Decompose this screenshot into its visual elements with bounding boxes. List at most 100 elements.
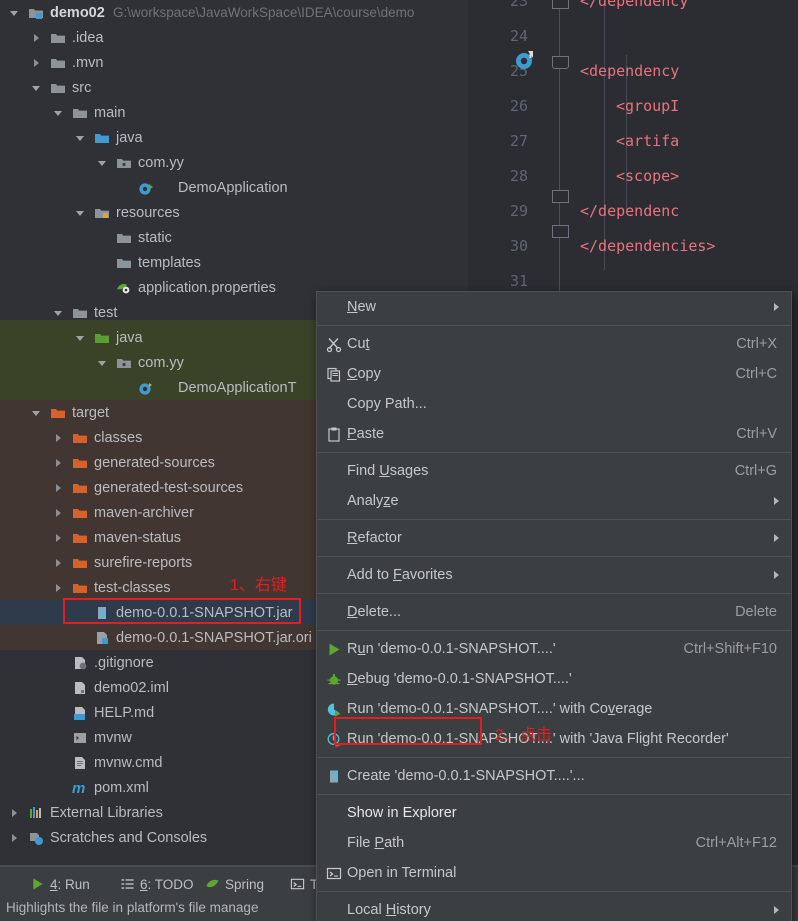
- menu-item[interactable]: New: [317, 292, 791, 322]
- menu-item-shortcut: Delete: [735, 604, 777, 620]
- chevron-right-icon[interactable]: [52, 432, 64, 444]
- menu-item[interactable]: Copy Ctrl+C: [317, 359, 791, 389]
- menu-item[interactable]: Refactor: [317, 523, 791, 553]
- menu-separator: [317, 757, 791, 758]
- tree-row-label: surefire-reports: [94, 554, 193, 571]
- tree-row-label: com.yy: [138, 154, 184, 171]
- terminal-icon: [325, 865, 342, 882]
- fold-marker[interactable]: [552, 190, 569, 203]
- tree-row[interactable]: main: [0, 100, 468, 125]
- chevron-right-icon[interactable]: [52, 507, 64, 519]
- chevron-right-icon[interactable]: [8, 832, 20, 844]
- menu-item[interactable]: Run 'demo-0.0.1-SNAPSHOT....' with Cover…: [317, 694, 791, 724]
- spring-test-class-icon: [139, 382, 152, 395]
- code-line[interactable]: <artifa: [616, 132, 679, 150]
- chevron-down-icon[interactable]: [8, 7, 20, 19]
- menu-item[interactable]: Cut Ctrl+X: [317, 329, 791, 359]
- code-line[interactable]: <scope>: [616, 167, 679, 185]
- todo-icon: [120, 877, 135, 892]
- menu-item-label: Open in Terminal: [347, 865, 457, 881]
- chevron-right-icon[interactable]: [52, 557, 64, 569]
- tree-row-label: com.yy: [138, 354, 184, 371]
- tree-row-root[interactable]: demo02 G:\workspace\JavaWorkSpace\IDEA\c…: [0, 0, 468, 25]
- chevron-down-icon[interactable]: [52, 307, 64, 319]
- chevron-down-icon[interactable]: [30, 82, 42, 94]
- chevron-down-icon[interactable]: [52, 107, 64, 119]
- chevron-right-icon[interactable]: [52, 532, 64, 544]
- chevron-right-icon[interactable]: [52, 482, 64, 494]
- chevron-down-icon[interactable]: [30, 407, 42, 419]
- tree-row[interactable]: com.yy: [0, 150, 468, 175]
- chevron-right-icon[interactable]: [52, 582, 64, 594]
- chevron-down-icon[interactable]: [96, 157, 108, 169]
- code-line[interactable]: <dependency: [580, 62, 679, 80]
- tree-row[interactable]: java: [0, 125, 468, 150]
- chevron-down-icon[interactable]: [96, 357, 108, 369]
- menu-item[interactable]: Find Usages Ctrl+G: [317, 456, 791, 486]
- jar-icon: [98, 606, 106, 619]
- menu-item[interactable]: Paste Ctrl+V: [317, 419, 791, 449]
- chevron-down-icon[interactable]: [74, 332, 86, 344]
- menu-item[interactable]: Local History: [317, 895, 791, 921]
- menu-separator: [317, 452, 791, 453]
- spring-run-gutter-icon[interactable]: [515, 49, 537, 71]
- fold-marker[interactable]: [552, 56, 569, 69]
- chevron-right-icon[interactable]: [8, 807, 20, 819]
- menu-item[interactable]: Run 'demo-0.0.1-SNAPSHOT....' with 'Java…: [317, 724, 791, 754]
- tool-window-tab[interactable]: 6: TODO: [120, 874, 194, 894]
- menu-separator: [317, 556, 791, 557]
- line-number: 31: [509, 272, 528, 290]
- chevron-right-icon[interactable]: [30, 57, 42, 69]
- code-line[interactable]: </dependenc: [580, 202, 679, 220]
- tool-window-tab[interactable]: Spring: [205, 874, 264, 894]
- maven-icon: m: [72, 779, 86, 797]
- menu-item-shortcut: Ctrl+Alt+F12: [695, 835, 777, 851]
- folder-icon: [51, 58, 65, 68]
- spring-class-icon: [139, 182, 153, 195]
- code-line[interactable]: </dependencies>: [580, 237, 715, 255]
- menu-item[interactable]: Add to Favorites: [317, 560, 791, 590]
- menu-item[interactable]: Delete... Delete: [317, 597, 791, 627]
- menu-item-label: New: [347, 299, 377, 315]
- menu-item[interactable]: Copy Path...: [317, 389, 791, 419]
- tree-row[interactable]: .mvn: [0, 50, 468, 75]
- line-number: 26: [509, 97, 528, 115]
- tree-row[interactable]: DemoApplication: [0, 175, 468, 200]
- chevron-down-icon[interactable]: [74, 132, 86, 144]
- tree-row-label: mvnw: [94, 729, 132, 746]
- code-line[interactable]: </dependency: [580, 0, 688, 10]
- menu-item[interactable]: Create 'demo-0.0.1-SNAPSHOT....'...: [317, 761, 791, 791]
- tree-row[interactable]: static: [0, 225, 468, 250]
- menu-separator: [317, 630, 791, 631]
- tree-row[interactable]: resources: [0, 200, 468, 225]
- tree-row[interactable]: templates: [0, 250, 468, 275]
- menu-item[interactable]: Open in Terminal: [317, 858, 791, 888]
- tool-window-tab[interactable]: 4: Run: [30, 874, 90, 894]
- tree-row[interactable]: src: [0, 75, 468, 100]
- scissors-icon: [326, 337, 341, 352]
- excluded-folder-icon: [73, 458, 87, 468]
- menu-item[interactable]: Run 'demo-0.0.1-SNAPSHOT....' Ctrl+Shift+…: [317, 634, 791, 664]
- copy-icon: [326, 367, 340, 382]
- menu-item[interactable]: Show in Explorer: [317, 798, 791, 828]
- file-context-menu[interactable]: New Cut Ctrl+X Copy Ctrl+C Copy Path... Paste C…: [316, 291, 792, 921]
- test-source-folder-icon: [95, 333, 109, 343]
- tree-row[interactable]: .idea: [0, 25, 468, 50]
- package-icon: [117, 158, 131, 168]
- menu-item[interactable]: Debug 'demo-0.0.1-SNAPSHOT....': [317, 664, 791, 694]
- menu-separator: [317, 794, 791, 795]
- fold-marker[interactable]: [552, 0, 569, 9]
- fold-marker[interactable]: [552, 225, 569, 238]
- terminal-icon: [326, 867, 341, 879]
- clipboard-icon: [325, 426, 342, 443]
- markdown-icon: [74, 706, 85, 720]
- libraries-icon: [30, 806, 41, 818]
- chevron-down-icon[interactable]: [74, 207, 86, 219]
- source-folder-icon: [95, 133, 109, 143]
- chevron-right-icon[interactable]: [30, 32, 42, 44]
- chevron-right-icon[interactable]: [52, 457, 64, 469]
- code-line[interactable]: <groupI: [616, 97, 679, 115]
- menu-item[interactable]: File Path Ctrl+Alt+F12: [317, 828, 791, 858]
- scratches-icon: [30, 832, 43, 845]
- menu-item[interactable]: Analyze: [317, 486, 791, 516]
